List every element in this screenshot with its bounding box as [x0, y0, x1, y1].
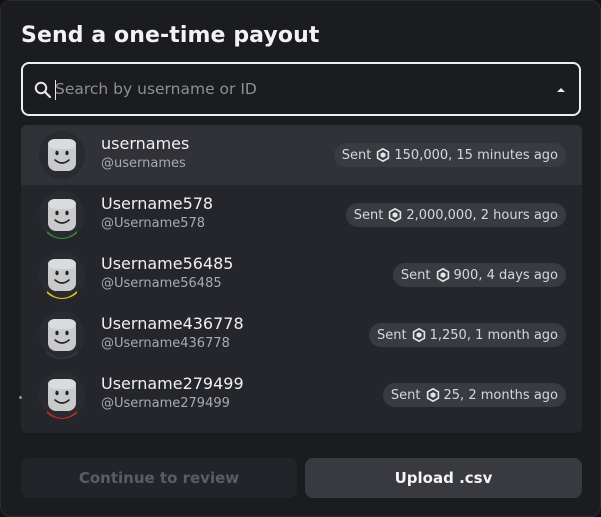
avatar-face-icon [39, 372, 85, 419]
sent-amount-time: 1,250, 1 month ago [429, 327, 558, 343]
avatar-face-icon [39, 312, 85, 359]
payout-dialog: Send a one-time payout usernames @usernam… [0, 0, 601, 517]
result-username: @Username578 [101, 216, 206, 231]
upload-csv-button[interactable]: Upload .csv [305, 458, 582, 498]
result-username: @Username279499 [101, 396, 230, 411]
result-display-name: Username56485 [101, 254, 234, 273]
robux-icon [436, 268, 449, 282]
robux-icon [412, 328, 425, 342]
sent-label: Sent [377, 327, 407, 343]
last-sent-badge: Sent 150,000, 15 minutes ago [333, 143, 566, 167]
avatar-face-icon [39, 192, 85, 239]
robux-icon [389, 208, 402, 222]
avatar [39, 131, 85, 179]
avatar-face-icon [39, 252, 85, 299]
search-combobox[interactable] [21, 62, 581, 116]
list-edge-marker [19, 396, 22, 399]
result-row[interactable]: usernames @usernames Sent 150,000, 15 minut… [21, 125, 582, 185]
sent-amount-time: 900, 4 days ago [453, 267, 558, 283]
search-input[interactable] [55, 76, 535, 102]
result-row[interactable]: Username279499 @Username279499 Sent 25, 2 m… [21, 365, 582, 425]
sent-label: Sent [353, 207, 384, 223]
result-username: @Username436778 [101, 336, 230, 351]
robux-icon [426, 388, 439, 402]
search-icon [34, 81, 52, 99]
avatar [39, 251, 85, 299]
result-row[interactable]: Username56485 @Username56485 Sent 900, 4 da… [21, 245, 582, 305]
result-display-name: Username279499 [101, 374, 244, 393]
continue-to-review-button[interactable]: Continue to review [21, 458, 297, 498]
last-sent-badge: Sent 1,250, 1 month ago [369, 323, 566, 347]
dialog-title: Send a one-time payout [21, 23, 320, 48]
search-results-list: usernames @usernames Sent 150,000, 15 minut… [21, 125, 582, 433]
sent-label: Sent [400, 267, 431, 283]
result-username: @usernames [101, 156, 186, 171]
chevron-up-icon[interactable] [555, 86, 567, 94]
sent-amount-time: 150,000, 15 minutes ago [394, 147, 558, 163]
text-cursor [55, 80, 56, 100]
result-display-name: Username578 [101, 194, 214, 213]
last-sent-badge: Sent 900, 4 days ago [392, 263, 566, 287]
sent-label: Sent [390, 387, 421, 403]
robux-icon [377, 148, 390, 162]
avatar [39, 371, 85, 419]
result-username: @Username56485 [101, 276, 222, 291]
result-display-name: usernames [101, 134, 190, 153]
last-sent-badge: Sent 2,000,000, 2 hours ago [345, 203, 566, 227]
sent-amount-time: 2,000,000, 2 hours ago [406, 207, 558, 223]
sent-label: Sent [341, 147, 372, 163]
avatar-face-icon [39, 132, 85, 179]
result-row[interactable]: Username436778 @Username436778 Sent 1,250, … [21, 305, 582, 365]
sent-amount-time: 25, 2 months ago [443, 387, 558, 403]
result-display-name: Username436778 [101, 314, 244, 333]
last-sent-badge: Sent 25, 2 months ago [382, 383, 566, 407]
result-row[interactable]: Username578 @Username578 Sent 2,000,000, 2 … [21, 185, 582, 245]
avatar [39, 191, 85, 239]
avatar [39, 311, 85, 359]
